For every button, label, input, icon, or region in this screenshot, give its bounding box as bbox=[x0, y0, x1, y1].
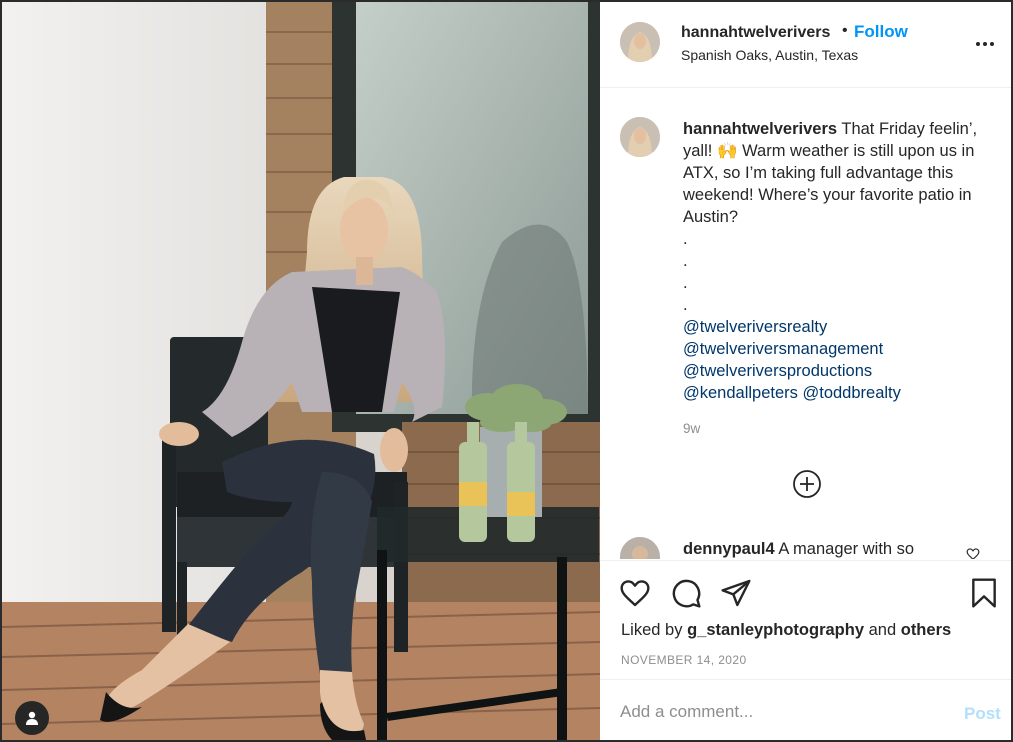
save-button[interactable] bbox=[968, 577, 1002, 611]
comment-button[interactable] bbox=[670, 577, 704, 611]
avatar-image bbox=[620, 537, 660, 559]
mention-link[interactable]: @twelveriversrealty bbox=[683, 316, 993, 338]
ellipsis-icon bbox=[976, 42, 980, 46]
caption-dots: . . . . bbox=[683, 230, 688, 314]
mention-link[interactable]: @twelveriversmanagement bbox=[683, 338, 993, 360]
person-icon bbox=[26, 711, 38, 725]
post-date[interactable]: NOVEMBER 14, 2020 bbox=[621, 653, 747, 667]
heart-icon[interactable] bbox=[966, 547, 980, 559]
post-comment-button[interactable]: Post bbox=[964, 704, 1001, 724]
paper-plane-icon bbox=[721, 579, 751, 607]
post-modal: hannahtwelverivers • Follow Spanish Oaks… bbox=[0, 0, 1013, 742]
post-header: hannahtwelverivers • Follow Spanish Oaks… bbox=[600, 2, 1011, 88]
comment-username[interactable]: dennypaul4 bbox=[683, 540, 775, 558]
mention-link[interactable]: @kendallpeters bbox=[683, 384, 798, 402]
mention-link[interactable]: @toddbrealty bbox=[803, 384, 901, 402]
mention-row: @kendallpeters @toddbrealty bbox=[683, 382, 993, 404]
heart-icon bbox=[620, 580, 650, 607]
post-location[interactable]: Spanish Oaks, Austin, Texas bbox=[681, 47, 858, 63]
liked-by-and: and bbox=[868, 621, 897, 639]
liked-by: Liked by g_stanleyphotography and others bbox=[621, 621, 951, 640]
liked-by-user[interactable]: g_stanleyphotography bbox=[687, 621, 864, 639]
post-photo[interactable] bbox=[2, 2, 600, 740]
liked-by-prefix: Liked by bbox=[621, 621, 683, 639]
liked-by-others[interactable]: others bbox=[901, 621, 951, 639]
avatar-image bbox=[620, 117, 660, 157]
post-details-panel: hannahtwelverivers • Follow Spanish Oaks… bbox=[600, 2, 1011, 740]
comments-list[interactable]: hannahtwelverivers That Friday feelin’, … bbox=[600, 89, 1011, 559]
tagged-user-button[interactable] bbox=[15, 701, 49, 735]
mention-link[interactable]: @twelveriversproductions bbox=[683, 360, 993, 382]
like-button[interactable] bbox=[619, 577, 653, 611]
comment-text: dennypaul4 A manager with so bbox=[683, 540, 914, 559]
avatar-image bbox=[620, 22, 660, 62]
post-actions: Liked by g_stanleyphotography and others… bbox=[600, 560, 1011, 680]
comment-input[interactable] bbox=[620, 697, 940, 727]
load-more-comments-button[interactable] bbox=[792, 469, 822, 499]
caption-username[interactable]: hannahtwelverivers bbox=[683, 120, 837, 138]
plus-circle-icon bbox=[793, 470, 821, 498]
raised-hands-emoji-icon: 🙌 bbox=[716, 142, 738, 160]
caption-text: hannahtwelverivers That Friday feelin’, … bbox=[683, 118, 993, 404]
bookmark-icon bbox=[972, 578, 996, 608]
avatar[interactable] bbox=[620, 22, 660, 62]
comment-icon bbox=[672, 579, 701, 608]
more-options-button[interactable] bbox=[976, 34, 1000, 54]
post-image bbox=[2, 2, 600, 740]
follow-separator: • bbox=[842, 22, 848, 39]
share-button[interactable] bbox=[720, 577, 754, 611]
add-comment-bar: Post bbox=[600, 681, 1011, 740]
caption-timestamp[interactable]: 9w bbox=[683, 421, 700, 436]
post-username[interactable]: hannahtwelverivers bbox=[681, 24, 830, 42]
follow-button[interactable]: Follow bbox=[854, 22, 908, 42]
avatar[interactable] bbox=[620, 117, 660, 157]
avatar[interactable] bbox=[620, 537, 660, 559]
comment-body: A manager with so bbox=[778, 540, 915, 558]
